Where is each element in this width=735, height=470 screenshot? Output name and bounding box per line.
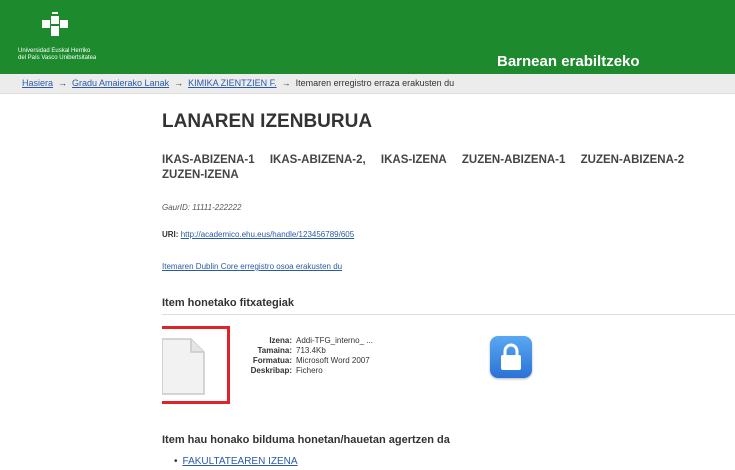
collections-heading: Item hau honako bilduma honetan/hauetan … xyxy=(162,434,450,446)
logo-text-line2: del País Vasco Unibertsitatea xyxy=(18,55,97,61)
file-size-label: Tamaina: xyxy=(257,346,292,355)
university-logo[interactable]: Universidad Euskal Herriko del País Vasc… xyxy=(18,8,138,68)
breadcrumb-current: Itemaren erregistro erraza erakusten du xyxy=(295,78,455,88)
file-thumbnail-highlight[interactable] xyxy=(162,326,230,404)
author-name: IKAS-ABIZENA-1 xyxy=(162,154,255,166)
uri-link[interactable]: http://academico.ehu.eus/handle/12345678… xyxy=(181,230,354,239)
file-format-value: Microsoft Word 2007 xyxy=(296,356,370,365)
list-item: • FAKULTATEAREN IZENA xyxy=(174,456,298,467)
author-name: IKAS-ABIZENA-2, xyxy=(269,154,366,166)
item-authors: IKAS-ABIZENA-1 IKAS-ABIZENA-2, IKAS-IZEN… xyxy=(162,153,735,183)
uri-row: URI: http://academico.ehu.eus/handle/123… xyxy=(162,230,354,239)
file-name-label: Izena: xyxy=(269,336,292,345)
breadcrumb-separator: → xyxy=(281,78,291,88)
lock-icon xyxy=(501,343,521,370)
breadcrumb-separator: → xyxy=(174,78,184,88)
breadcrumb: Hasiera → Gradu Amaierako Lanak → KIMIKA ZIE… xyxy=(0,74,735,94)
file-metadata: Izena: Addi-TFG_interno_ ... Tamaina: 713.… xyxy=(236,336,373,376)
file-name-value: Addi-TFG_interno_ ... xyxy=(296,336,373,345)
logo-text-line1: Universidad Euskal Herriko xyxy=(18,48,91,54)
item-content: LANAREN IZENBURUA IKAS-ABIZENA-1 IKAS-AB… xyxy=(162,93,735,470)
item-title: LANAREN IZENBURUA xyxy=(162,111,373,132)
breadcrumb-separator: → xyxy=(58,78,68,88)
advisor-name: ZUZEN-IZENA xyxy=(162,169,239,181)
author-name: IKAS-IZENA xyxy=(380,154,447,166)
advisor-name: ZUZEN-ABIZENA-1 xyxy=(461,154,566,166)
restricted-access-button[interactable] xyxy=(490,336,532,378)
gaurid-text: GaurID: 11111-222222 xyxy=(162,203,242,212)
advisor-name: ZUZEN-ABIZENA-2 xyxy=(580,154,685,166)
file-description-value: Fichero xyxy=(296,366,323,375)
university-logo-icon xyxy=(42,12,68,36)
document-icon xyxy=(162,338,205,395)
file-size-value: 713.4Kb xyxy=(296,346,326,355)
collection-link[interactable]: FAKULTATEAREN IZENA xyxy=(183,456,298,467)
header-title: Barnean erabiltzeko xyxy=(497,53,640,70)
file-format-label: Formatua: xyxy=(252,356,292,365)
site-header: Universidad Euskal Herriko del País Vasc… xyxy=(0,0,735,74)
breadcrumb-faculty-link[interactable]: KIMIKA ZIENTZIEN F. xyxy=(188,78,277,88)
uri-label: URI: xyxy=(162,230,179,239)
dublin-core-link[interactable]: Itemaren Dublin Core erregistro osoa era… xyxy=(162,262,342,271)
breadcrumb-home-link[interactable]: Hasiera xyxy=(22,78,53,88)
file-description-label: Deskribap: xyxy=(250,366,292,375)
collections-list: • FAKULTATEAREN IZENA xyxy=(174,456,298,467)
bullet: • xyxy=(174,456,178,467)
files-heading: Item honetako fitxategiak xyxy=(162,297,735,315)
breadcrumb-theses-link[interactable]: Gradu Amaierako Lanak xyxy=(72,78,169,88)
